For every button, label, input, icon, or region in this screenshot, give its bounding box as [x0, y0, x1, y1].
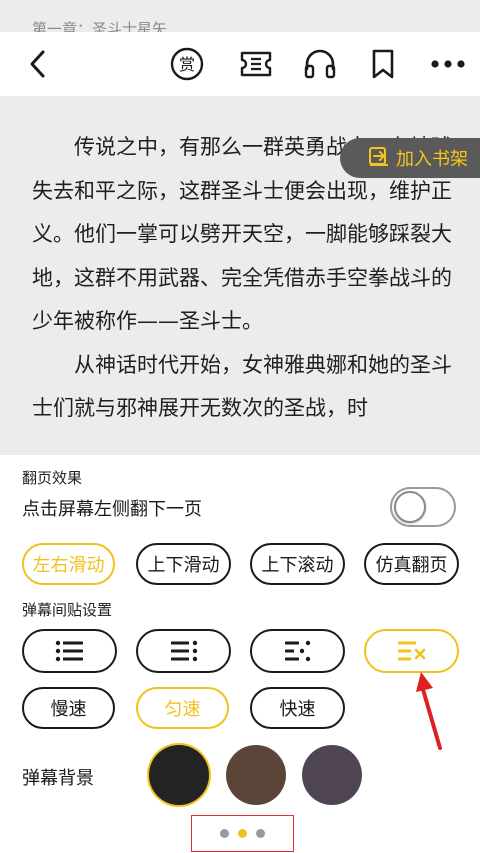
- danmaku-off-icon: [397, 641, 425, 661]
- chevron-left-icon: [30, 50, 45, 78]
- danmaku-background-label: 弹幕背景: [22, 768, 94, 789]
- page-turn-section-title: 翻页效果: [22, 469, 83, 487]
- background-swatch-brown[interactable]: [226, 745, 286, 805]
- reward-icon: 赏: [170, 47, 204, 81]
- reward-button[interactable]: 赏: [167, 44, 207, 84]
- reward-char: 赏: [179, 55, 195, 74]
- background-swatch-black[interactable]: [149, 745, 209, 805]
- page-turn-option[interactable]: 上下滑动: [136, 543, 231, 585]
- sparse-list-icon: [284, 640, 310, 662]
- add-to-shelf-label: 加入书架: [396, 149, 468, 170]
- medium-list-icon: [170, 640, 197, 662]
- danmaku-section-title: 弹幕间贴设置: [22, 601, 113, 619]
- toggle-knob: [394, 491, 426, 523]
- danmaku-density-sparse-button[interactable]: [250, 629, 345, 673]
- more-button[interactable]: [428, 44, 468, 84]
- danmaku-off-button[interactable]: [364, 629, 459, 673]
- add-to-shelf-icon: [368, 145, 390, 171]
- add-to-shelf-button[interactable]: 加入书架: [340, 138, 480, 178]
- headphones-icon: [304, 49, 336, 79]
- page-dot: [256, 829, 265, 838]
- annotation-arrow-icon: [416, 672, 442, 750]
- settings-panel: 翻页效果 点击屏幕左侧翻下一页 左右滑动 上下滑动 上下滚动 仿真翻页 弹幕间贴…: [0, 455, 480, 853]
- page-turn-option[interactable]: 仿真翻页: [364, 543, 459, 585]
- article-paragraph: 从神话时代开始，女神雅典娜和她的圣斗士们就与邪神展开无数次的圣战，时: [32, 352, 452, 421]
- bookmark-button[interactable]: [363, 44, 403, 84]
- page-dot: [220, 829, 229, 838]
- page-indicator[interactable]: [191, 815, 294, 852]
- danmaku-speed-option[interactable]: 慢速: [22, 687, 115, 729]
- danmaku-speed-option[interactable]: 匀速: [136, 687, 229, 729]
- back-button[interactable]: [18, 44, 58, 84]
- bookmark-icon: [372, 49, 394, 79]
- page-turn-option[interactable]: 上下滚动: [250, 543, 345, 585]
- ticket-icon: [240, 51, 272, 77]
- danmaku-density-dense-button[interactable]: [22, 629, 117, 673]
- page-turn-option[interactable]: 左右滑动: [22, 543, 115, 585]
- page-dot-active: [238, 829, 247, 838]
- top-toolbar: 赏: [0, 32, 480, 96]
- ticket-button[interactable]: [236, 44, 276, 84]
- audio-button[interactable]: [300, 44, 340, 84]
- danmaku-speed-option[interactable]: 快速: [250, 687, 345, 729]
- tap-left-toggle[interactable]: [390, 487, 456, 527]
- dense-list-icon: [55, 640, 83, 662]
- danmaku-density-medium-button[interactable]: [136, 629, 231, 673]
- more-horizontal-icon: [431, 60, 465, 68]
- tap-left-label: 点击屏幕左侧翻下一页: [22, 499, 202, 520]
- background-swatch-purple[interactable]: [302, 745, 362, 805]
